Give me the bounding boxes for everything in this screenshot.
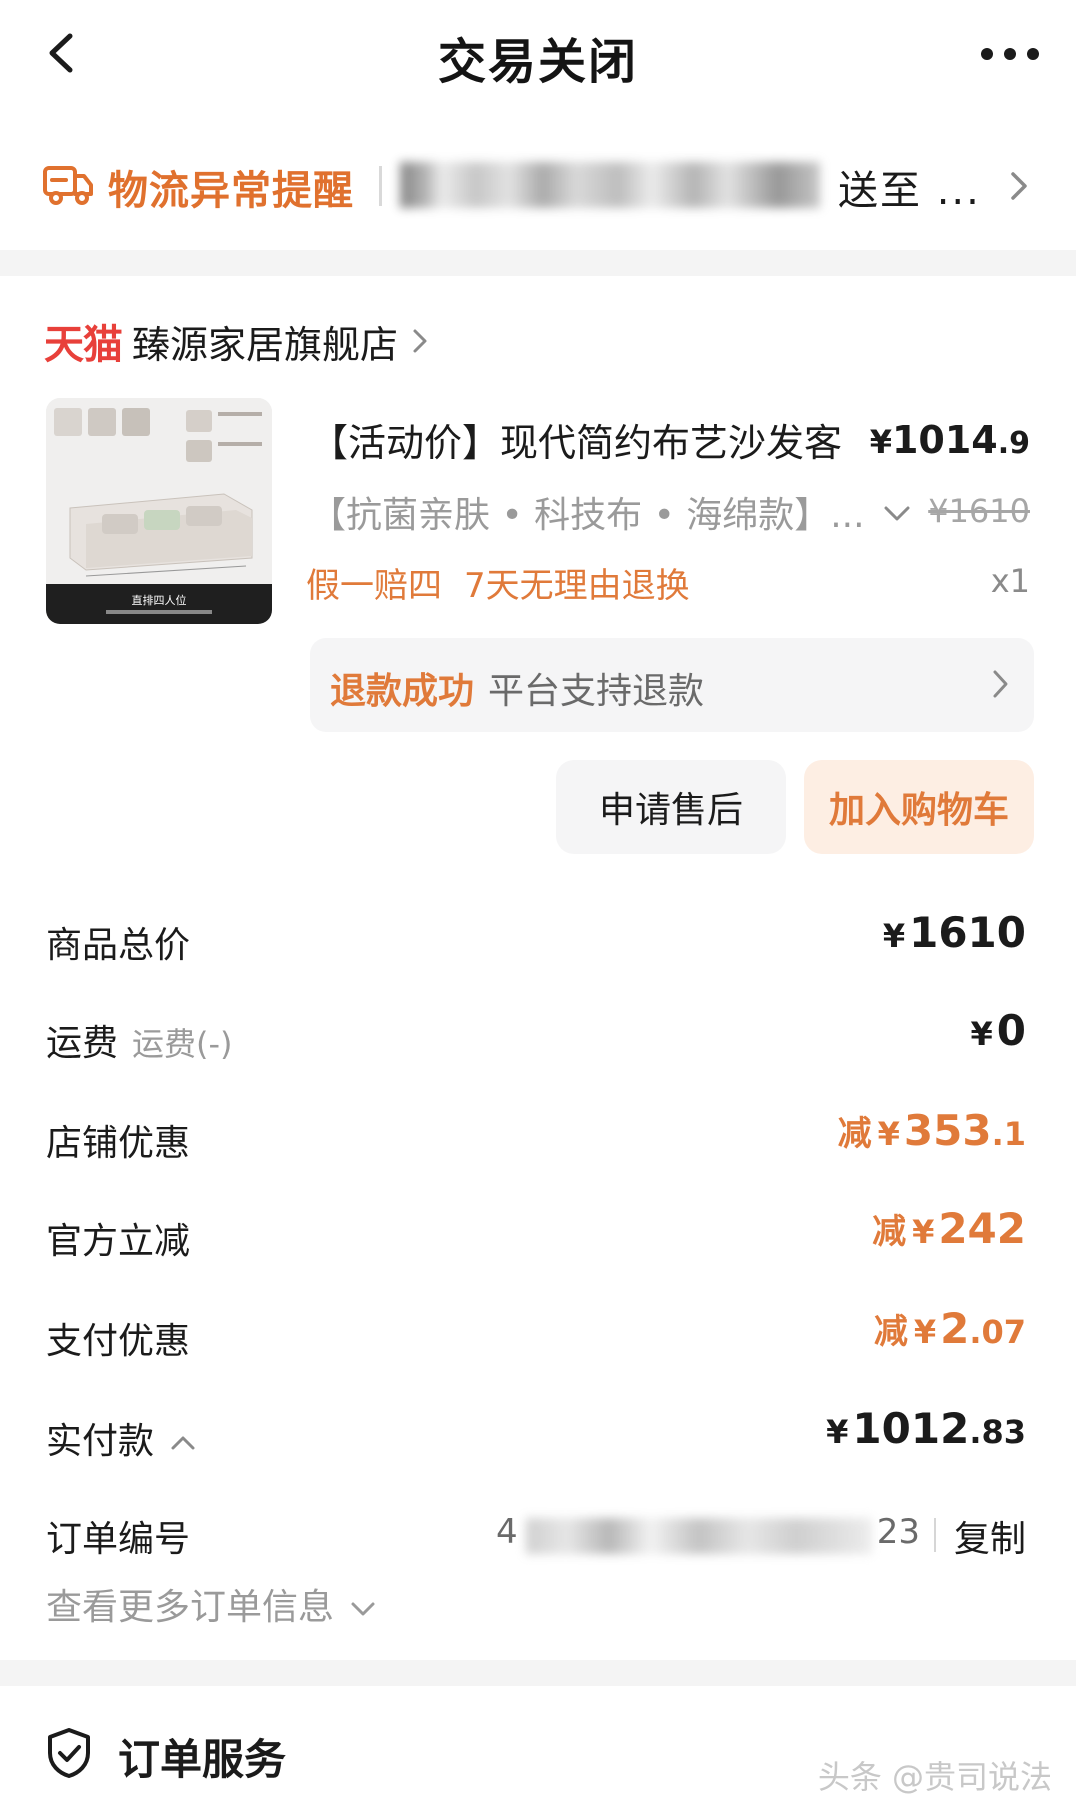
order-service-label[interactable]: 订单服务 [118, 1726, 286, 1787]
redacted-order-number [526, 1518, 872, 1554]
chevron-up-icon[interactable] [168, 1432, 198, 1454]
pay-discount-label: 支付优惠 [46, 1321, 191, 1362]
truck-icon [43, 166, 93, 205]
goods-total-row: 商品总价 ¥1610 [46, 908, 1026, 978]
service-tags: 假一赔四 7天无理由退换 [306, 558, 690, 607]
store-name: 臻源家居旗舰店 [132, 322, 399, 367]
chevron-down-icon[interactable] [880, 500, 914, 530]
logistics-destination: 送至 ... [838, 168, 981, 214]
page-title: 交易关闭 [437, 34, 638, 90]
divider [379, 166, 382, 206]
more-order-info-link[interactable]: 查看更多订单信息 [46, 1578, 378, 1630]
paid-amount-label: 实付款 [46, 1412, 198, 1464]
shipping-sub: 运费(-) [132, 1025, 233, 1063]
more-dots-icon[interactable] [975, 30, 1045, 78]
section-divider [0, 250, 1076, 276]
chevron-right-icon [1011, 172, 1027, 200]
order-number-label: 订单编号 [46, 1519, 191, 1560]
shop-discount-label: 店铺优惠 [46, 1123, 191, 1164]
refund-status-bar[interactable]: 退款成功 平台支持退款 [310, 638, 1034, 732]
paid-amount-value: ¥1012.83 [826, 1404, 1026, 1453]
section-divider [0, 1660, 1076, 1686]
top-nav-bar: 交易关闭 [0, 0, 1076, 110]
paid-amount-row[interactable]: 实付款 ¥1012.83 [46, 1404, 1026, 1474]
chevron-right-icon [993, 670, 1008, 698]
refund-description: 平台支持退款 [488, 671, 705, 712]
logistics-alert-bar[interactable]: 物流异常提醒 送至 ... [0, 148, 1076, 228]
product-quantity: x1 [990, 562, 1030, 600]
shield-check-icon [48, 1728, 90, 1778]
after-sale-button[interactable]: 申请售后 [556, 760, 786, 854]
goods-total-value: ¥1610 [882, 908, 1026, 957]
order-detail-page: 交易关闭 物流异常提醒 送至 ... 天猫 臻源家居旗舰店 直排四人位 【活动价… [0, 0, 1076, 1808]
pay-discount-row: 支付优惠 减 ¥2.07 [46, 1304, 1026, 1374]
shop-discount-value: 减 ¥353.1 [837, 1106, 1026, 1155]
original-price: ¥1610 [928, 492, 1030, 530]
logistics-alert-title: 物流异常提醒 [108, 168, 354, 214]
shop-discount-row: 店铺优惠 减 ¥353.1 [46, 1106, 1026, 1176]
official-discount-row: 官方立减 减 ¥242 [46, 1204, 1026, 1274]
shipping-row: 运费 运费(-) ¥0 [46, 1006, 1026, 1076]
official-discount-label: 官方立减 [46, 1221, 191, 1262]
product-title[interactable]: 【活动价】现代简约布艺沙发客 [310, 412, 842, 467]
redacted-tracking-info [400, 162, 820, 208]
pay-discount-value: 减 ¥2.07 [873, 1304, 1026, 1353]
shipping-value: ¥0 [970, 1006, 1027, 1055]
refund-status: 退款成功 [330, 671, 475, 712]
divider [934, 1518, 936, 1552]
shipping-label: 运费 运费(-) [46, 1023, 233, 1064]
product-price: ¥1014.9 [869, 418, 1030, 462]
chevron-down-icon [351, 1602, 375, 1616]
goods-total-label: 商品总价 [46, 925, 191, 966]
chevron-right-icon [413, 329, 427, 353]
product-image-caption: 直排四人位 [132, 593, 187, 607]
official-discount-value: 减 ¥242 [872, 1204, 1026, 1253]
order-number-value: 4 23 [496, 1512, 920, 1554]
tag-7day-return: 7天无理由退换 [464, 566, 690, 606]
product-thumbnail[interactable]: 直排四人位 [46, 398, 272, 624]
add-to-cart-button[interactable]: 加入购物车 [804, 760, 1034, 854]
watermark: 头条 @贵司说法 [817, 1758, 1052, 1796]
copy-button[interactable]: 复制 [954, 1510, 1026, 1562]
tag-fake-compensation: 假一赔四 [306, 566, 442, 606]
store-header[interactable]: 天猫 臻源家居旗舰店 [44, 312, 431, 372]
tmall-logo: 天猫 [44, 322, 123, 368]
product-spec[interactable]: 【抗菌亲肤 • 科技布 • 海绵款】... [310, 486, 865, 538]
